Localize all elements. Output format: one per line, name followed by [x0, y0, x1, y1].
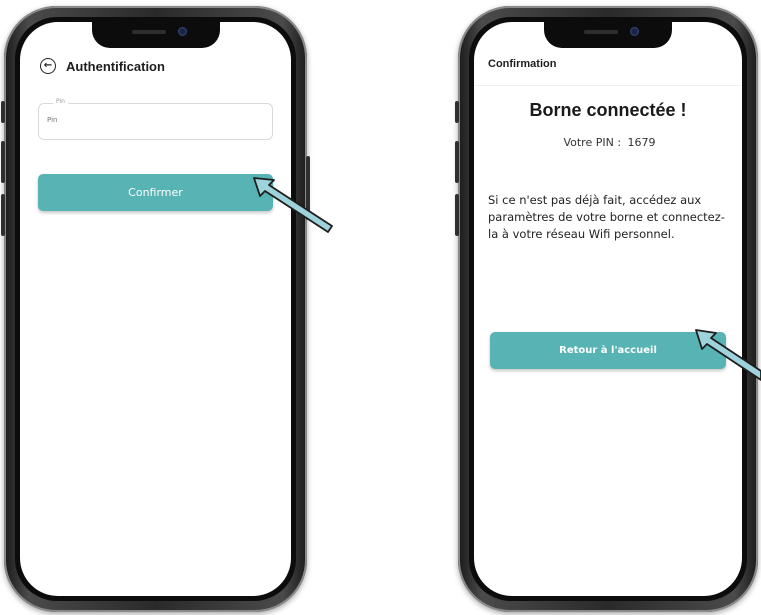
back-arrow-icon[interactable]: ← [40, 58, 56, 74]
pin-field-label: Pin [53, 98, 68, 105]
front-camera [630, 27, 639, 36]
phone-notch [544, 22, 672, 48]
speaker-grille [131, 30, 166, 34]
confirmation-header: Confirmation [474, 58, 742, 86]
volume-down-button [455, 194, 459, 236]
volume-up-button [455, 141, 459, 183]
volume-up-button [1, 141, 5, 183]
confirm-button[interactable]: Confirmer [38, 174, 273, 211]
phone-notch [91, 22, 220, 48]
confirmation-screen: Confirmation Borne connectée ! Votre PIN… [474, 22, 742, 596]
phone-frame-confirmation: Confirmation Borne connectée ! Votre PIN… [455, 6, 758, 612]
pointer-arrow-icon [695, 329, 761, 381]
pin-value: 1679 [627, 136, 656, 149]
phone-bezel: Confirmation Borne connectée ! Votre PIN… [469, 17, 747, 601]
page-title: Authentification [66, 58, 165, 74]
pin-input[interactable] [47, 116, 247, 124]
speaker-grille [584, 30, 618, 34]
front-camera [177, 27, 187, 36]
phone-frame-authentification: ← Authentification Pin Confirmer [1, 6, 310, 612]
auth-screen: ← Authentification Pin Confirmer [20, 22, 291, 596]
mute-switch [455, 101, 459, 123]
auth-header: ← Authentification [40, 58, 165, 74]
pointer-arrow-icon [253, 177, 333, 233]
pin-display: Votre PIN : 1679 [474, 136, 742, 149]
info-paragraph: Si ce n'est pas déjà fait, accédez aux p… [488, 193, 725, 241]
mute-switch [1, 101, 5, 123]
volume-down-button [1, 194, 5, 236]
success-title: Borne connectée ! [529, 100, 687, 120]
pin-field[interactable]: Pin [38, 98, 273, 140]
back-home-button[interactable]: Retour à l'accueil [490, 332, 726, 369]
phone-bezel: ← Authentification Pin Confirmer [15, 17, 296, 601]
pin-label: Votre PIN : [563, 136, 622, 149]
